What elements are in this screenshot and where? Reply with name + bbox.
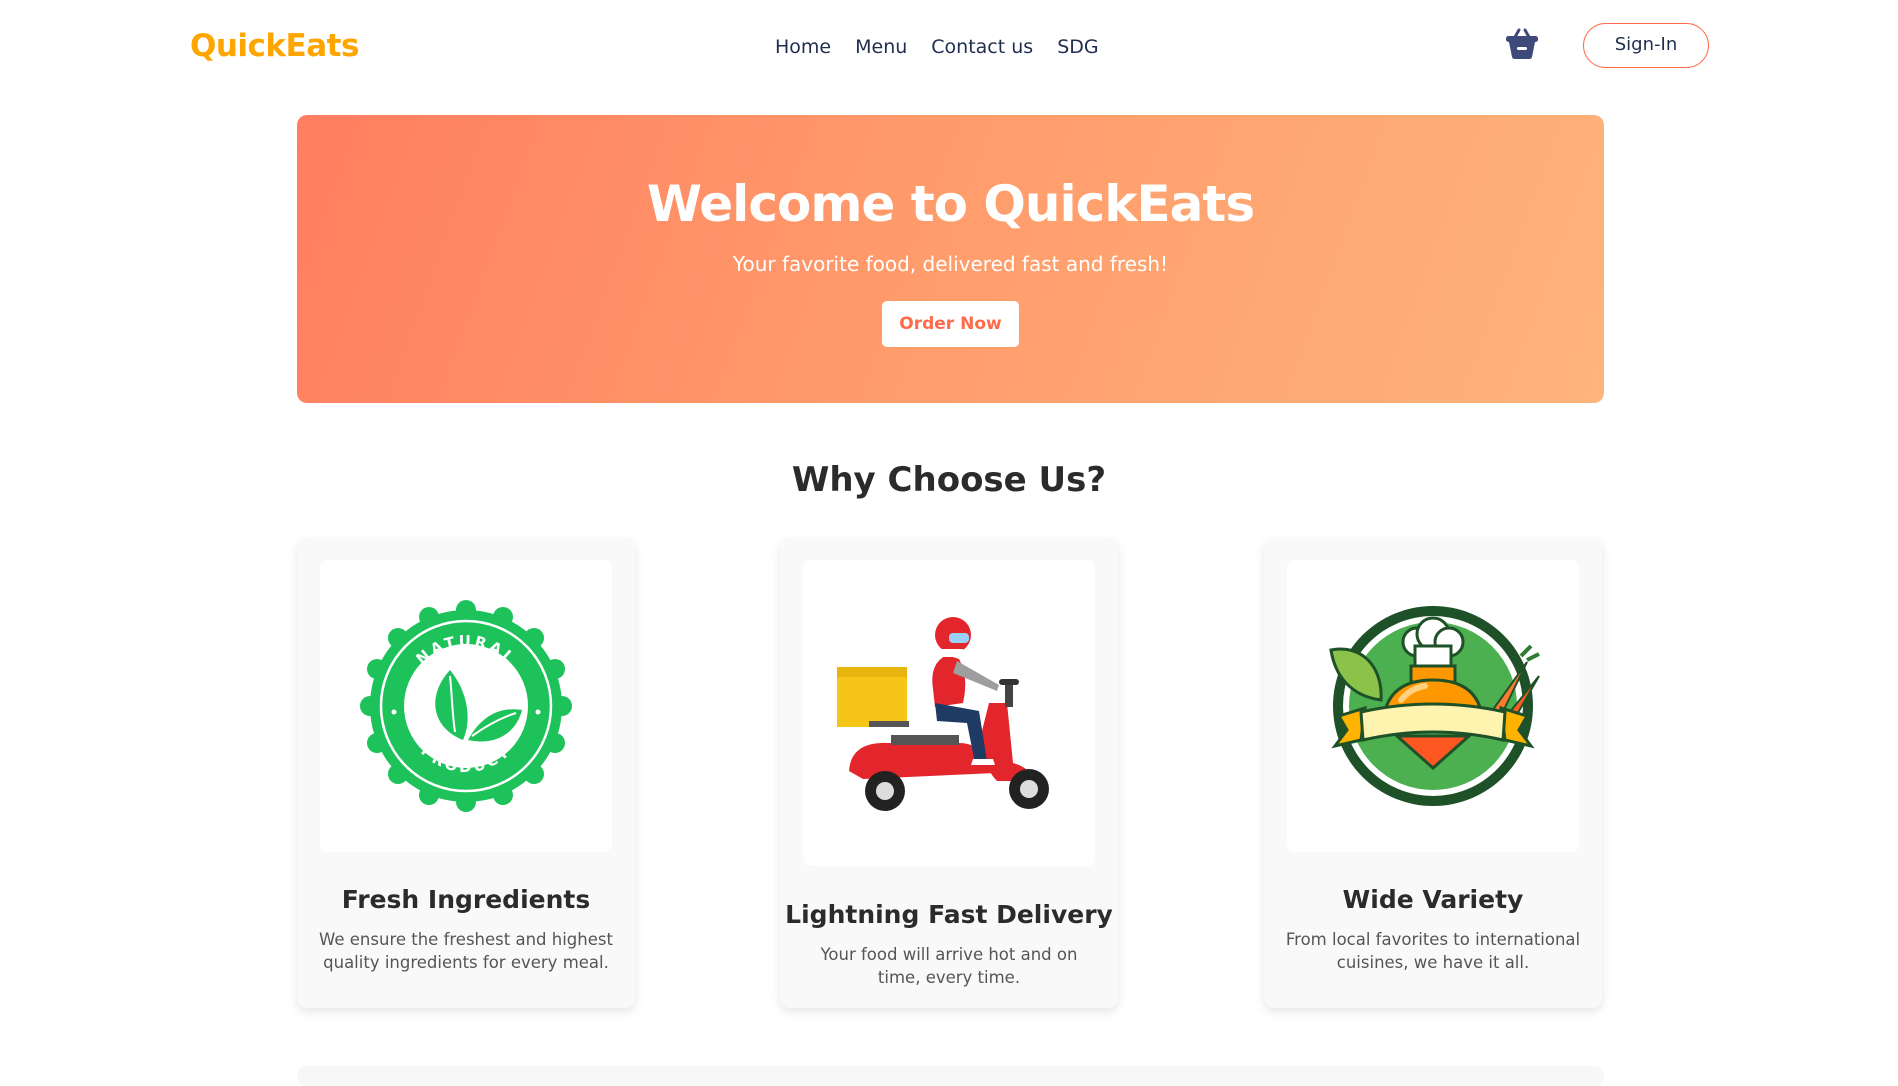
brand-logo[interactable]: QuickEats [190,28,359,64]
feature-card-delivery: Lightning Fast Delivery Your food will a… [780,538,1118,1008]
card-description: We ensure the freshest and highest quali… [319,930,613,972]
feature-card-fresh: NATURAL PRODUCT Fresh Ingredients We ens… [297,538,635,1008]
next-section-edge [297,1066,1604,1086]
card-description: Your food will arrive hot and on time, e… [820,945,1078,987]
natural-product-badge-icon: NATURAL PRODUCT [320,560,612,852]
feature-card-variety: Wide Variety From local favorites to int… [1264,538,1602,1008]
card-description: From local favorites to international cu… [1285,930,1581,972]
hero-subtitle: Your favorite food, delivered fast and f… [732,252,1169,276]
food-variety-emblem-icon [1287,560,1579,852]
nav-contact[interactable]: Contact us [931,36,1033,58]
nav-menu[interactable]: Menu [855,36,907,58]
hero-banner: Welcome to QuickEats Your favorite food,… [297,115,1604,403]
section-title: Why Choose Us? [791,460,1107,500]
main-nav: Home Menu Contact us SDG [775,36,1099,58]
order-now-button[interactable]: Order Now [882,301,1019,347]
nav-sdg[interactable]: SDG [1057,36,1098,58]
nav-home[interactable]: Home [775,36,831,58]
card-title: Lightning Fast Delivery [785,900,1113,929]
card-title: Fresh Ingredients [341,885,591,914]
hero-title: Welcome to QuickEats [646,175,1255,233]
card-title: Wide Variety [1342,885,1524,914]
shopping-basket-icon[interactable] [1503,24,1541,62]
sign-in-button[interactable]: Sign-In [1583,23,1709,68]
site-header: QuickEats Home Menu Contact us SDG Sign-… [0,0,1898,94]
delivery-scooter-icon [803,560,1095,866]
